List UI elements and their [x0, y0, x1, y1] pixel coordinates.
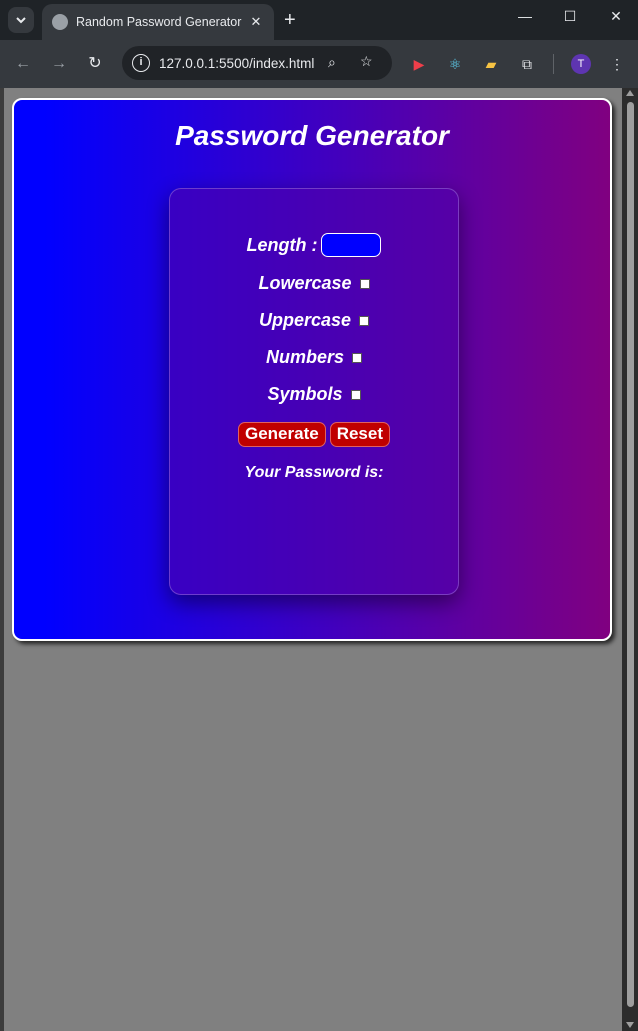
symbols-label: Symbols — [267, 384, 343, 404]
viewport-border — [0, 88, 4, 1031]
option-uppercase: Uppercase — [170, 310, 458, 331]
folder-extension-icon[interactable]: ▰ — [480, 53, 502, 75]
generate-button[interactable]: Generate — [237, 422, 326, 447]
vertical-scrollbar[interactable] — [622, 88, 638, 1031]
chevron-down-icon — [16, 17, 26, 24]
close-tab-icon[interactable]: ✕ — [248, 14, 264, 30]
new-tab-button[interactable]: + — [284, 8, 296, 32]
back-icon[interactable]: ← — [11, 52, 35, 76]
minimize-icon[interactable]: — — [513, 8, 537, 24]
pocket-extension-icon[interactable]: ▶ — [408, 53, 430, 75]
option-lowercase: Lowercase — [170, 273, 458, 294]
bookmark-star-icon[interactable]: ☆ — [360, 53, 373, 70]
length-input[interactable] — [321, 233, 382, 257]
lowercase-label: Lowercase — [258, 273, 352, 293]
profile-avatar[interactable]: T — [571, 54, 591, 74]
tab-title: Random Password Generator — [76, 15, 242, 29]
button-row: Generate Reset — [170, 422, 458, 447]
length-row: Length : — [170, 233, 458, 257]
zoom-icon[interactable]: ⌕ — [328, 54, 336, 71]
extensions-puzzle-icon[interactable]: ⧉ — [516, 53, 538, 75]
scroll-up-icon[interactable] — [626, 90, 634, 96]
option-numbers: Numbers — [170, 347, 458, 368]
uppercase-label: Uppercase — [258, 310, 352, 330]
numbers-label: Numbers — [265, 347, 345, 367]
maximize-icon[interactable]: ☐ — [558, 8, 582, 25]
menu-kebab-icon[interactable]: ⋮ — [606, 53, 628, 75]
tab-search-button[interactable] — [8, 7, 34, 33]
close-window-icon[interactable]: ✕ — [604, 8, 628, 25]
generator-card: Length : Lowercase Uppercase Numbers Sym… — [169, 188, 459, 595]
result-label: Your Password is: — [244, 464, 384, 481]
generator-panel: Password Generator Length : Lowercase Up… — [12, 98, 612, 641]
browser-titlebar: Random Password Generator ✕ + — ☐ ✕ — [0, 0, 638, 40]
address-bar[interactable]: i 127.0.0.1:5500/index.html ⌕ ☆ — [122, 46, 392, 80]
browser-tab[interactable]: Random Password Generator ✕ — [42, 4, 274, 40]
reset-button[interactable]: Reset — [329, 422, 390, 447]
forward-icon[interactable]: → — [47, 52, 71, 76]
symbols-checkbox[interactable] — [350, 389, 361, 400]
lowercase-checkbox[interactable] — [359, 278, 370, 289]
scroll-down-icon[interactable] — [626, 1022, 634, 1028]
globe-icon — [52, 14, 68, 30]
url-text[interactable]: 127.0.0.1:5500/index.html — [159, 56, 314, 71]
toolbar-divider — [553, 54, 554, 74]
scroll-thumb[interactable] — [627, 102, 634, 1007]
reload-icon[interactable]: ↻ — [83, 52, 107, 76]
site-info-icon[interactable]: i — [132, 54, 150, 72]
option-symbols: Symbols — [170, 384, 458, 405]
length-label: Length : — [246, 234, 318, 255]
browser-toolbar: ← → ↻ i 127.0.0.1:5500/index.html ⌕ ☆ ▶ … — [0, 40, 638, 88]
react-devtools-icon[interactable]: ⚛ — [444, 53, 466, 75]
page-title: Password Generator — [175, 120, 449, 151]
uppercase-checkbox[interactable] — [359, 315, 370, 326]
numbers-checkbox[interactable] — [352, 352, 363, 363]
page-viewport: Password Generator Length : Lowercase Up… — [0, 88, 638, 1031]
result-row: Your Password is: — [170, 464, 458, 482]
